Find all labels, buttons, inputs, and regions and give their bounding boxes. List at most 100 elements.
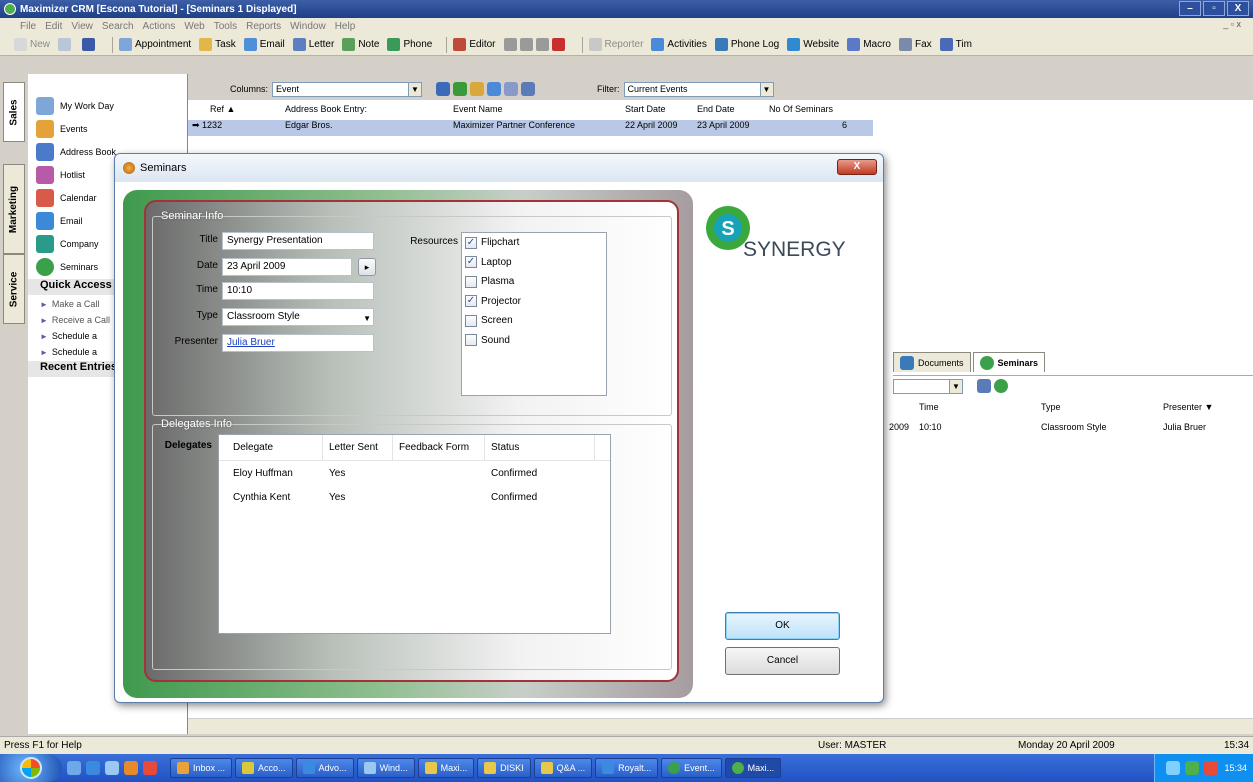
- security-icon[interactable]: [1185, 761, 1200, 775]
- checkbox-checked-icon[interactable]: ✓: [465, 256, 477, 269]
- col-letter-sent[interactable]: Letter Sent: [323, 435, 393, 460]
- grid-options-button[interactable]: [503, 38, 568, 51]
- ok-button[interactable]: OK: [725, 612, 840, 640]
- resource-projector[interactable]: ✓ Projector: [462, 292, 606, 312]
- columns-select[interactable]: Event ▼: [272, 81, 423, 97]
- title-field[interactable]: Synergy Presentation: [222, 232, 374, 250]
- col-no-of-seminars[interactable]: No Of Seminars: [765, 104, 851, 120]
- taskbar-item-wind[interactable]: Wind...: [356, 758, 415, 778]
- horizontal-scrollbar[interactable]: [188, 718, 1253, 734]
- app-icon[interactable]: [143, 761, 157, 775]
- lower-refresh-icon[interactable]: [994, 379, 1008, 393]
- resource-plasma[interactable]: Plasma: [462, 272, 606, 292]
- maximize-button[interactable]: ▫: [1203, 1, 1225, 16]
- menu-tools[interactable]: Tools: [214, 21, 237, 32]
- tab-sales[interactable]: Sales: [3, 82, 25, 142]
- website-button[interactable]: Website: [787, 38, 839, 51]
- date-picker-button[interactable]: ▸: [358, 258, 376, 276]
- presenter-link[interactable]: Julia Bruer: [222, 334, 374, 352]
- dialog-close-button[interactable]: X: [837, 159, 877, 175]
- table-row[interactable]: Eloy Huffman Yes Confirmed: [219, 461, 610, 485]
- resource-laptop[interactable]: ✓ Laptop: [462, 253, 606, 273]
- phone-button[interactable]: Phone: [387, 38, 432, 51]
- taskbar-item-maxi-2[interactable]: Maxi...: [724, 758, 782, 778]
- resource-sound[interactable]: Sound: [462, 331, 606, 351]
- table-row[interactable]: Cynthia Kent Yes Confirmed: [219, 485, 610, 509]
- checkbox-unchecked-icon[interactable]: [465, 275, 477, 288]
- filter-select[interactable]: Current Events ▼: [623, 81, 774, 97]
- checkbox-checked-icon[interactable]: ✓: [465, 236, 477, 249]
- cancel-button[interactable]: Cancel: [725, 647, 840, 675]
- col-time[interactable]: Time: [919, 402, 939, 412]
- taskbar-item-advo[interactable]: Advo...: [295, 758, 354, 778]
- macro-button[interactable]: Macro: [847, 38, 891, 51]
- activities-button[interactable]: Activities: [651, 38, 707, 51]
- phone-log-button[interactable]: Phone Log: [714, 38, 779, 51]
- mdi-window-buttons[interactable]: _ ▫ x: [1223, 19, 1241, 29]
- timer-button[interactable]: Tim: [939, 38, 972, 51]
- new-button[interactable]: New: [14, 38, 50, 51]
- explorer-icon[interactable]: [105, 761, 119, 775]
- taskbar-item-maxi-1[interactable]: Maxi...: [417, 758, 475, 778]
- close-button[interactable]: X: [1227, 1, 1249, 16]
- minimize-button[interactable]: –: [1179, 1, 1201, 16]
- export-icon[interactable]: [504, 82, 519, 96]
- reporter-button[interactable]: Reporter: [588, 38, 643, 51]
- lower-grid-icon[interactable]: [977, 379, 991, 393]
- col-presenter[interactable]: Presenter ▼: [1163, 402, 1213, 412]
- menu-actions[interactable]: Actions: [143, 21, 176, 32]
- menu-help[interactable]: Help: [335, 21, 356, 32]
- editor-button[interactable]: Editor: [453, 38, 496, 51]
- taskbar-item-acco[interactable]: Acco...: [235, 758, 293, 778]
- print-icon[interactable]: [487, 82, 502, 96]
- appointment-button[interactable]: Appointment: [119, 38, 191, 51]
- col-ref[interactable]: Ref ▲: [188, 104, 281, 120]
- network-icon[interactable]: [1166, 761, 1181, 775]
- desktop-icon[interactable]: [67, 761, 81, 775]
- col-event-name[interactable]: Event Name: [449, 104, 621, 120]
- nav-events[interactable]: Events: [28, 117, 187, 140]
- col-address-book-entry[interactable]: Address Book Entry:: [281, 104, 449, 120]
- col-delegate[interactable]: Delegate: [219, 435, 323, 460]
- media-icon[interactable]: [124, 761, 138, 775]
- type-select[interactable]: Classroom Style ▼: [222, 308, 374, 326]
- menu-window[interactable]: Window: [290, 21, 326, 32]
- checkbox-checked-icon[interactable]: ✓: [465, 295, 477, 308]
- col-feedback-form[interactable]: Feedback Form: [393, 435, 485, 460]
- col-end-date[interactable]: End Date: [693, 104, 765, 120]
- taskbar-item-qa[interactable]: Q&A ...: [533, 758, 593, 778]
- menu-edit[interactable]: Edit: [45, 21, 62, 32]
- resource-flipchart[interactable]: ✓ Flipchart: [462, 233, 606, 253]
- grid-icon[interactable]: [436, 82, 451, 96]
- resource-screen[interactable]: Screen: [462, 311, 606, 331]
- group-icon[interactable]: [470, 82, 485, 96]
- checkbox-unchecked-icon[interactable]: [465, 314, 477, 327]
- col-start-date[interactable]: Start Date: [621, 104, 693, 120]
- taskbar-item-diski[interactable]: DISKI: [477, 758, 531, 778]
- refresh-icon[interactable]: [521, 82, 536, 96]
- table-row[interactable]: 2009 10:10 Classroom Style Julia Bruer: [889, 422, 1253, 438]
- col-type[interactable]: Type: [1041, 402, 1061, 412]
- tab-marketing[interactable]: Marketing: [3, 164, 25, 254]
- lower-filter-select[interactable]: ▼: [893, 379, 963, 394]
- nav-my-work-day[interactable]: My Work Day: [28, 94, 187, 117]
- ie-icon[interactable]: [86, 761, 100, 775]
- time-field[interactable]: 10:10: [222, 282, 374, 300]
- start-button[interactable]: [0, 754, 62, 782]
- menu-web[interactable]: Web: [184, 21, 204, 32]
- tab-documents[interactable]: Documents: [893, 352, 971, 372]
- menu-reports[interactable]: Reports: [246, 21, 281, 32]
- taskbar-item-inbox[interactable]: Inbox ...: [170, 758, 233, 778]
- letter-button[interactable]: Letter: [292, 38, 334, 51]
- checkbox-unchecked-icon[interactable]: [465, 334, 477, 347]
- date-field[interactable]: 23 April 2009: [222, 258, 352, 276]
- taskbar-item-event[interactable]: Event...: [661, 758, 722, 778]
- tab-service[interactable]: Service: [3, 254, 25, 324]
- filter-icon[interactable]: [453, 82, 468, 96]
- note-button[interactable]: Note: [342, 38, 379, 51]
- binoculars-button[interactable]: [82, 38, 98, 51]
- menu-view[interactable]: View: [71, 21, 93, 32]
- fax-button[interactable]: Fax: [899, 38, 932, 51]
- table-row[interactable]: ➡ 1232 Edgar Bros. Maximizer Partner Con…: [188, 120, 873, 136]
- volume-icon[interactable]: [1204, 761, 1219, 775]
